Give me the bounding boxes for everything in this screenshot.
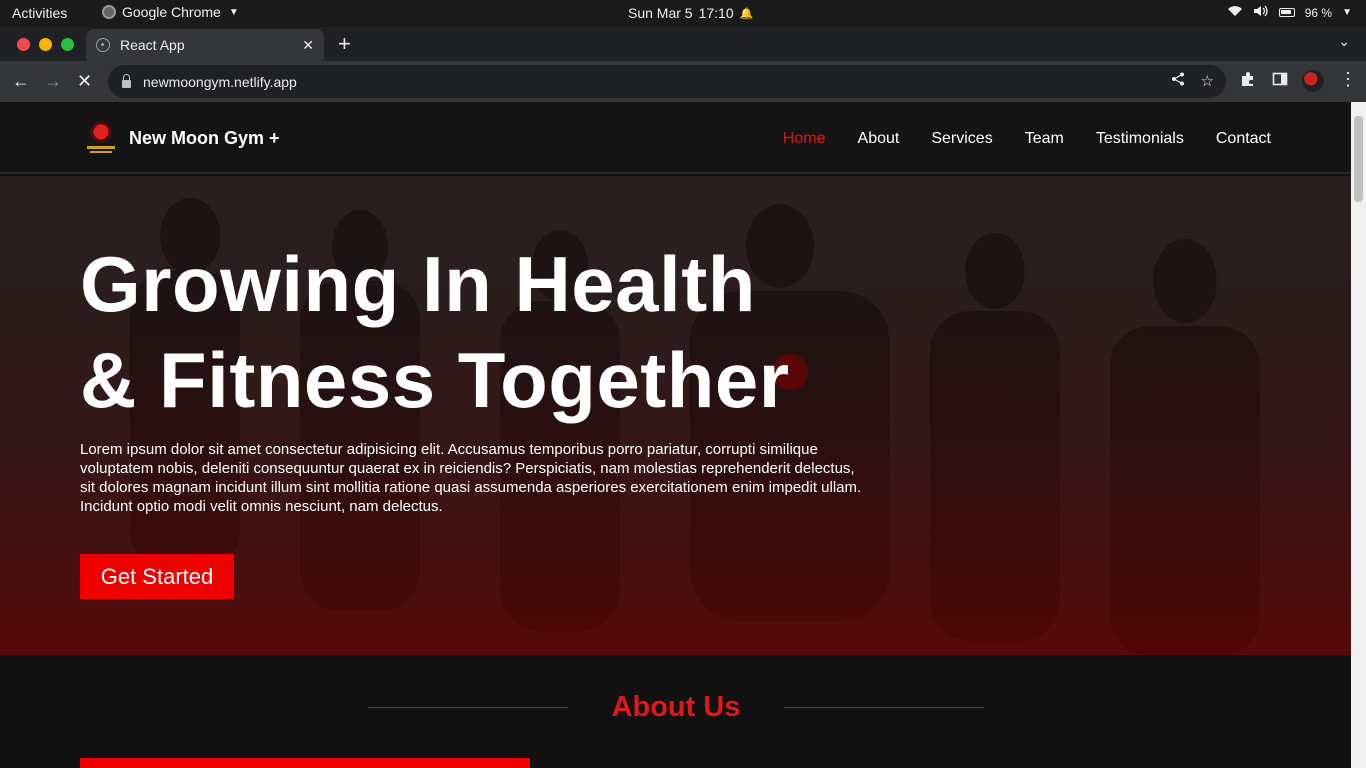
hero-title-line-1: Growing In Health <box>80 240 756 328</box>
react-favicon-icon <box>96 38 110 52</box>
hero-section: Growing In Health & Fitness Together Lor… <box>0 176 1351 655</box>
get-started-button[interactable]: Get Started <box>80 554 234 599</box>
nav-home[interactable]: Home <box>783 130 826 148</box>
extensions-puzzle-icon[interactable] <box>1240 71 1256 92</box>
forward-button[interactable]: → <box>44 70 62 92</box>
lock-icon[interactable] <box>122 73 131 88</box>
system-top-bar: Activities Google Chrome ▼ Sun Mar 5 17:… <box>0 0 1366 27</box>
bookmark-star-icon[interactable]: ☆ <box>1201 72 1214 90</box>
url-text[interactable]: newmoongym.netlify.app <box>143 74 297 90</box>
hero-title-line-2: & Fitness Together <box>80 336 790 424</box>
chevron-down-icon: ▼ <box>1342 7 1352 18</box>
address-bar[interactable]: newmoongym.netlify.app ☆ <box>108 65 1226 98</box>
close-window-button[interactable] <box>17 38 30 51</box>
stop-loading-button[interactable]: ✕ <box>77 70 92 92</box>
nav-contact[interactable]: Contact <box>1216 130 1271 148</box>
clock[interactable]: Sun Mar 5 17:10 🔔 <box>628 5 753 21</box>
battery-level: 96 % <box>1304 5 1333 20</box>
divider-left <box>368 707 568 708</box>
activities-button[interactable]: Activities <box>12 5 67 21</box>
volume-icon <box>1253 5 1269 20</box>
app-menu[interactable]: Google Chrome ▼ <box>102 4 239 20</box>
chevron-down-icon: ▼ <box>228 6 239 18</box>
tab-strip: React App ✕ + ⌄ <box>0 27 1366 61</box>
date: Sun Mar 5 <box>628 5 693 21</box>
browser-toolbar: ← → ✕ newmoongym.netlify.app ☆ ⋮ <box>0 61 1366 102</box>
about-section: About Us <box>0 655 1351 768</box>
gym-logo-icon <box>87 120 115 156</box>
close-tab-icon[interactable]: ✕ <box>302 37 314 54</box>
divider-right <box>784 707 984 708</box>
wifi-icon <box>1227 5 1243 20</box>
main-nav: Home About Services Team Testimonials Co… <box>783 130 1271 148</box>
nav-services[interactable]: Services <box>931 130 992 148</box>
chrome-icon <box>102 5 116 19</box>
hero-description: Lorem ipsum dolor sit amet consectetur a… <box>80 441 862 515</box>
hero-title: Growing In Health & Fitness Together <box>80 236 790 428</box>
tab-react-app[interactable]: React App ✕ <box>86 29 324 61</box>
site-navbar: New Moon Gym + Home About Services Team … <box>0 102 1351 174</box>
scrollbar-thumb[interactable] <box>1354 116 1363 202</box>
maximize-window-button[interactable] <box>61 38 74 51</box>
profile-avatar[interactable] <box>1302 70 1324 92</box>
battery-icon <box>1278 8 1295 17</box>
bell-icon: 🔔 <box>739 7 754 20</box>
time: 17:10 <box>698 5 734 21</box>
tab-search-button[interactable]: ⌄ <box>1338 33 1350 50</box>
tab-title: React App <box>120 37 185 53</box>
brand[interactable]: New Moon Gym + <box>87 120 280 156</box>
nav-testimonials[interactable]: Testimonials <box>1096 130 1184 148</box>
about-image-top-edge <box>80 758 530 768</box>
new-tab-button[interactable]: + <box>338 31 351 57</box>
browser-menu-icon[interactable]: ⋮ <box>1339 69 1357 90</box>
brand-name: New Moon Gym + <box>129 127 280 148</box>
app-name: Google Chrome <box>122 4 221 20</box>
back-button[interactable]: ← <box>12 70 30 92</box>
page-scrollbar[interactable] <box>1351 102 1366 768</box>
minimize-window-button[interactable] <box>39 38 52 51</box>
share-icon[interactable] <box>1171 72 1185 90</box>
nav-team[interactable]: Team <box>1025 130 1064 148</box>
system-status-area[interactable]: 96 % ▼ <box>1227 5 1352 20</box>
side-panel-icon[interactable] <box>1272 71 1288 92</box>
nav-about[interactable]: About <box>858 130 900 148</box>
about-title: About Us <box>611 691 741 723</box>
page-viewport: New Moon Gym + Home About Services Team … <box>0 102 1351 768</box>
